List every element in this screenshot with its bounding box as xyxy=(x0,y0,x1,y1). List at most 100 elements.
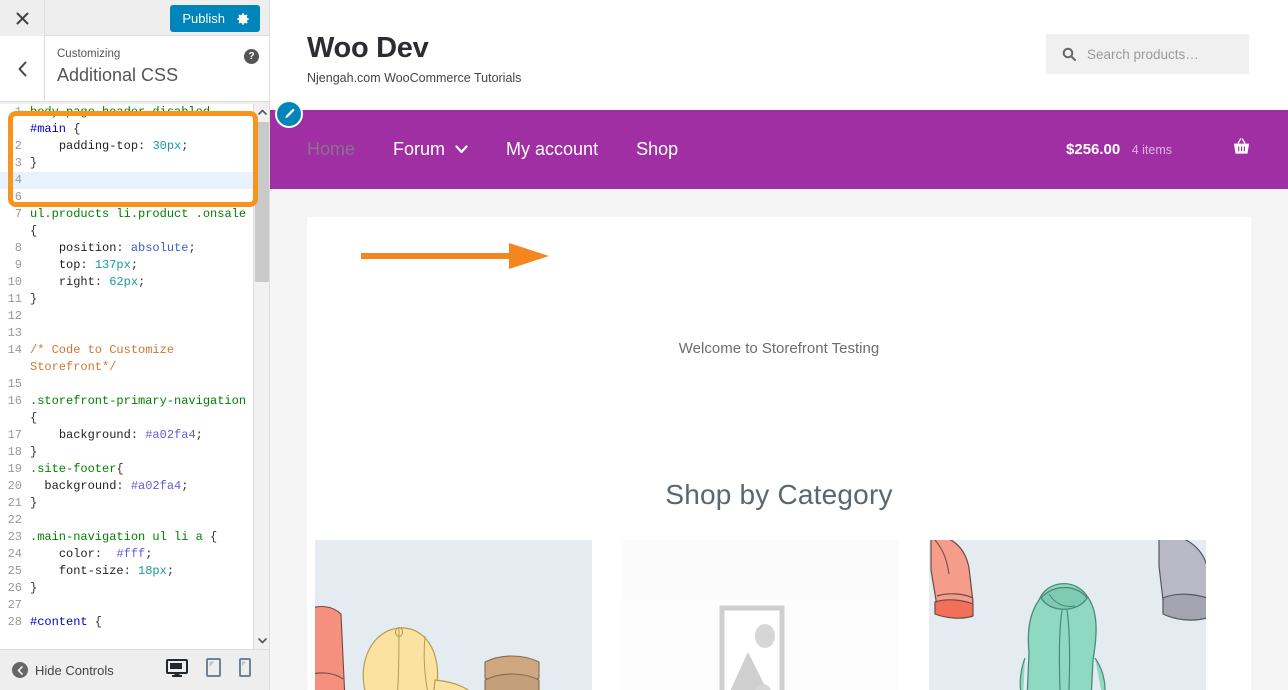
code-line[interactable]: #main { xyxy=(0,121,253,138)
code-text[interactable]: { xyxy=(27,223,253,240)
code-text[interactable]: } xyxy=(27,580,253,597)
code-line[interactable]: 11} xyxy=(0,291,253,308)
code-text[interactable]: } xyxy=(27,155,253,172)
code-line[interactable]: 16 .storefront-primary-navigation xyxy=(0,393,253,410)
code-line[interactable]: 4 xyxy=(0,172,253,189)
code-text[interactable]: .site-footer{ xyxy=(27,461,253,478)
code-text[interactable] xyxy=(27,512,253,529)
code-lines[interactable]: 1 body.page-header-disabled #main {2 paddi… xyxy=(0,104,253,649)
nav-link-home[interactable]: Home xyxy=(307,139,355,160)
publish-button-group[interactable]: Publish xyxy=(170,5,260,32)
nav-link-my-account[interactable]: My account xyxy=(506,139,598,160)
code-line[interactable]: 7 ul.products li.product .onsale xyxy=(0,206,253,223)
code-text[interactable] xyxy=(27,597,253,614)
category-card-hoodies[interactable] xyxy=(929,540,1206,690)
code-text[interactable]: .main-navigation ul li a { xyxy=(27,529,253,546)
site-branding[interactable]: Woo Dev Njengah.com WooCommerce Tutorial… xyxy=(307,32,521,85)
code-line[interactable]: 17 background: #a02fa4; xyxy=(0,427,253,444)
code-line[interactable]: 20 background: #a02fa4; xyxy=(0,478,253,495)
code-line[interactable]: 26} xyxy=(0,580,253,597)
code-text[interactable] xyxy=(27,325,253,342)
code-text[interactable]: color: #fff; xyxy=(27,546,253,563)
device-tablet-icon[interactable] xyxy=(206,658,221,682)
back-chevron-icon[interactable] xyxy=(0,36,45,101)
device-mobile-icon[interactable] xyxy=(239,658,251,682)
device-desktop-icon[interactable] xyxy=(166,658,188,682)
shopping-basket-icon[interactable] xyxy=(1232,138,1251,161)
code-line[interactable]: { xyxy=(0,410,253,427)
code-line[interactable]: 18} xyxy=(0,444,253,461)
nav-link-forum[interactable]: Forum xyxy=(393,139,468,160)
line-number: 22 xyxy=(7,513,22,527)
code-line[interactable]: 24 color: #fff; xyxy=(0,546,253,563)
category-card-clothing[interactable] xyxy=(315,540,592,690)
code-line[interactable]: 19 .site-footer{ xyxy=(0,461,253,478)
product-search[interactable] xyxy=(1046,34,1249,74)
scroll-down-arrow-icon[interactable] xyxy=(254,633,269,649)
code-text[interactable]: .storefront-primary-navigation xyxy=(27,393,253,410)
line-number: 11 xyxy=(7,292,22,306)
code-text[interactable] xyxy=(27,376,253,393)
code-line[interactable]: 8 position: absolute; xyxy=(0,240,253,257)
code-text[interactable]: background: #a02fa4; xyxy=(27,478,253,495)
code-text[interactable]: right: 62px; xyxy=(27,274,253,291)
scrollbar-thumb[interactable] xyxy=(255,122,269,282)
code-line[interactable]: 14 /* Code to Customize xyxy=(0,342,253,359)
customizer-topbar: Publish xyxy=(0,0,269,36)
code-line[interactable]: 23 .main-navigation ul li a { xyxy=(0,529,253,546)
line-number: 2 xyxy=(14,139,22,153)
scroll-up-arrow-icon[interactable] xyxy=(254,104,269,120)
code-text[interactable]: top: 137px; xyxy=(27,257,253,274)
code-line[interactable]: Storefront*/ xyxy=(0,359,253,376)
code-text[interactable]: #main { xyxy=(27,121,253,138)
code-line[interactable]: 12 xyxy=(0,308,253,325)
code-line[interactable]: 2 padding-top: 30px; xyxy=(0,138,253,155)
code-line[interactable]: 25 font-size: 18px; xyxy=(0,563,253,580)
code-line[interactable]: 15 xyxy=(0,376,253,393)
code-text[interactable]: { xyxy=(27,410,253,427)
chevron-down-icon[interactable] xyxy=(455,143,468,157)
category-card-placeholder[interactable] xyxy=(622,540,899,690)
code-text[interactable]: body.page-header-disabled xyxy=(27,104,253,121)
code-text[interactable]: } xyxy=(27,291,253,308)
code-line[interactable]: { xyxy=(0,223,253,240)
code-line[interactable]: 1 body.page-header-disabled xyxy=(0,104,253,121)
gear-icon[interactable] xyxy=(234,5,260,32)
css-code-editor[interactable]: 1 body.page-header-disabled #main {2 paddi… xyxy=(0,104,269,649)
code-line[interactable]: 21} xyxy=(0,495,253,512)
code-text[interactable]: position: absolute; xyxy=(27,240,253,257)
code-text[interactable]: padding-top: 30px; xyxy=(27,138,253,155)
code-line[interactable]: 27 xyxy=(0,597,253,614)
nav-link-shop[interactable]: Shop xyxy=(636,139,678,160)
customizer-panel-header: Customizing Additional CSS ? xyxy=(0,36,269,102)
code-text[interactable]: } xyxy=(27,444,253,461)
code-line[interactable]: 3} xyxy=(0,155,253,172)
code-line[interactable]: 22 xyxy=(0,512,253,529)
code-line[interactable]: 28 #content { xyxy=(0,614,253,631)
cart-area: $256.00 4 items xyxy=(1066,138,1251,161)
code-line[interactable]: 6 xyxy=(0,189,253,206)
code-text[interactable]: background: #a02fa4; xyxy=(27,427,253,444)
close-icon[interactable] xyxy=(0,0,45,36)
code-line[interactable]: 9 top: 137px; xyxy=(0,257,253,274)
publish-button[interactable]: Publish xyxy=(170,5,234,32)
code-line[interactable]: 10 right: 62px; xyxy=(0,274,253,291)
code-text[interactable]: #content { xyxy=(27,614,253,631)
hide-controls-button[interactable]: Hide Controls xyxy=(0,662,114,678)
code-text[interactable]: font-size: 18px; xyxy=(27,563,253,580)
code-text[interactable]: } xyxy=(27,495,253,512)
code-text[interactable]: /* Code to Customize xyxy=(27,342,253,359)
editor-scrollbar[interactable] xyxy=(253,104,269,649)
content-panel: Welcome to Storefront Testing Shop by Ca… xyxy=(307,217,1251,690)
code-text[interactable] xyxy=(27,172,253,189)
pencil-edit-icon[interactable] xyxy=(275,100,303,128)
code-line[interactable]: 13 xyxy=(0,325,253,342)
code-text[interactable]: ul.products li.product .onsale xyxy=(27,206,253,223)
code-text[interactable]: Storefront*/ xyxy=(27,359,253,376)
search-input[interactable] xyxy=(1085,45,1245,63)
welcome-text: Welcome to Storefront Testing xyxy=(678,340,880,357)
code-text[interactable] xyxy=(27,308,253,325)
code-text[interactable] xyxy=(27,189,253,206)
cart-summary[interactable]: $256.00 4 items xyxy=(1066,141,1172,159)
help-icon[interactable]: ? xyxy=(244,49,259,64)
